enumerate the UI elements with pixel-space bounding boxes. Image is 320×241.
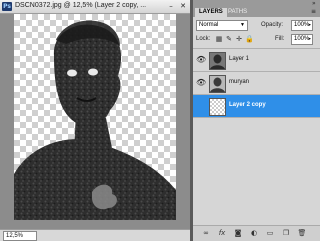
photo-layer-image [14,20,176,220]
document-title: DSCN0372.jpg @ 12,5% (Layer 2 copy, ... [15,2,147,9]
fill-label: Fill: [275,36,285,42]
close-button[interactable]: ✕ [178,2,188,11]
chevron-right-icon: ▸ [308,22,311,28]
layer-thumbnail [209,52,226,70]
lock-transparent-pixels-icon[interactable]: ▦ [215,35,223,43]
folder-icon[interactable]: ▭ [265,229,275,238]
lock-label: Lock: [196,36,211,42]
lock-image-pixels-icon[interactable]: ✎ [225,35,233,43]
layer-name[interactable]: muryan [229,78,249,87]
opacity-field[interactable]: 100% ▸ [291,20,313,31]
fx-icon[interactable]: fx [217,229,227,238]
link-icon[interactable]: ∞ [201,229,211,238]
fill-field[interactable]: 100% ▸ [291,34,313,45]
lock-all-icon[interactable]: 🔒 [245,35,254,43]
chevron-down-icon: ▼ [240,22,245,28]
document-window: Ps DSCN0372.jpg @ 12,5% (Layer 2 copy, .… [0,0,190,241]
photoshop-app-icon: Ps [2,2,12,11]
chevron-right-icon: ▸ [308,36,311,42]
mask-icon[interactable]: ◙ [233,229,243,238]
layers-panel: » LAYERS PATHS ≡ Normal ▼ Opacity: 100% … [193,0,320,241]
minimize-button[interactable]: – [166,2,176,11]
opacity-label: Opacity: [261,22,284,28]
visibility-toggle-empty[interactable] [196,101,205,110]
image-canvas[interactable] [14,14,176,220]
opacity-value: 100% [294,22,310,28]
tab-paths[interactable]: PATHS [224,8,251,17]
blend-mode-value: Normal [199,22,219,28]
adjustment-icon[interactable]: ◐ [249,229,259,238]
blend-mode-select[interactable]: Normal ▼ [196,20,248,31]
tab-layers[interactable]: LAYERS [195,8,227,17]
layer-thumbnail-transparent [209,98,226,116]
new-layer-icon[interactable]: ❐ [281,229,291,238]
collapse-panel-icon[interactable]: » [312,0,316,7]
layer-row-layer-2-copy[interactable]: Layer 2 copy [193,94,320,117]
layers-list: 👁 Layer 1 👁 muryan Layer 2 copy [193,48,320,117]
panel-tab-bar: » LAYERS PATHS ≡ [193,0,320,17]
layer-row-muryan[interactable]: 👁 muryan [193,71,320,94]
fill-value: 100% [294,36,310,42]
layer-name[interactable]: Layer 2 copy [229,101,266,110]
document-titlebar[interactable]: Ps DSCN0372.jpg @ 12,5% (Layer 2 copy, .… [0,0,190,14]
status-bar: 12,5% [0,229,190,241]
layers-panel-footer: ∞ fx ◙ ◐ ▭ ❐ 🗑 [193,225,320,241]
layers-list-empty-area [193,117,320,223]
visibility-eye-icon[interactable]: 👁 [196,55,206,64]
trash-icon[interactable]: 🗑 [297,229,307,238]
layer-thumbnail [209,75,226,93]
visibility-eye-icon[interactable]: 👁 [196,78,206,87]
lock-position-icon[interactable]: ✛ [235,35,243,43]
layer-row-layer-1[interactable]: 👁 Layer 1 [193,48,320,71]
panel-menu-icon[interactable]: ≡ [311,8,316,15]
layer-name[interactable]: Layer 1 [229,55,249,64]
